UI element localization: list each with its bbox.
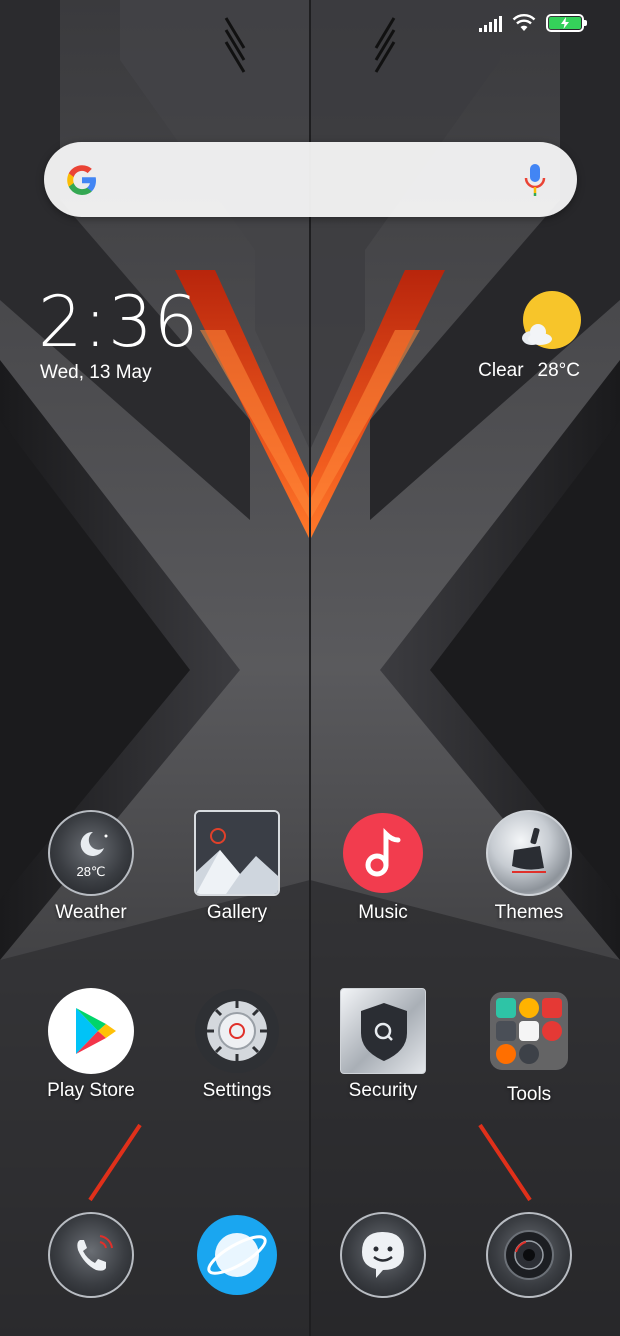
app-music[interactable]: Music (318, 810, 448, 924)
dock-phone[interactable] (26, 1212, 156, 1298)
app-label: Weather (55, 902, 127, 923)
phone-icon (48, 1212, 134, 1298)
weather-summary[interactable]: Clear 28°C (478, 360, 580, 382)
app-label: Themes (494, 902, 564, 923)
app-label: Security (348, 1080, 418, 1101)
google-g-icon (67, 165, 96, 195)
clock-date[interactable]: Wed, 13 May (40, 362, 152, 384)
browser-planet-icon (194, 1212, 280, 1298)
app-play-store[interactable]: Play Store (26, 988, 156, 1102)
app-gallery[interactable]: Gallery (172, 810, 302, 924)
battery-charging-icon (546, 14, 587, 32)
weather-icon-temperature: 28℃ (76, 864, 106, 879)
dock-browser[interactable] (172, 1212, 302, 1298)
dock-messaging[interactable] (318, 1212, 448, 1298)
microphone-icon[interactable] (523, 162, 547, 198)
signal-strength-icon (479, 14, 502, 32)
paintbrush-icon (486, 810, 572, 896)
messaging-smile-icon (340, 1212, 426, 1298)
app-weather[interactable]: 28℃ Weather (26, 810, 156, 924)
app-label: Gallery (206, 902, 268, 923)
status-bar (479, 14, 587, 32)
app-label: Settings (202, 1080, 272, 1101)
shield-icon (340, 988, 426, 1074)
moon-weather-icon: 28℃ (48, 810, 134, 896)
app-label: Music (358, 902, 408, 923)
sun-cloud-icon[interactable] (518, 290, 582, 354)
play-store-icon (48, 988, 134, 1074)
clock-time[interactable]: 2:36 (38, 282, 199, 362)
app-security[interactable]: Security (318, 988, 448, 1102)
google-search-bar[interactable] (44, 142, 577, 217)
gallery-mountain-icon (194, 810, 280, 896)
app-label: Play Store (47, 1080, 135, 1101)
app-label: Tools (506, 1084, 552, 1105)
weather-temperature: 28°C (537, 360, 580, 381)
camera-icon (486, 1212, 572, 1298)
weather-condition: Clear (478, 360, 524, 381)
dock-camera[interactable] (464, 1212, 594, 1298)
app-settings[interactable]: Settings (172, 988, 302, 1102)
music-note-icon (340, 810, 426, 896)
app-tools-folder[interactable]: Tools (464, 988, 594, 1106)
folder-icon (486, 992, 572, 1078)
app-themes[interactable]: Themes (464, 810, 594, 924)
wifi-icon (512, 14, 536, 31)
gear-icon (194, 988, 280, 1074)
